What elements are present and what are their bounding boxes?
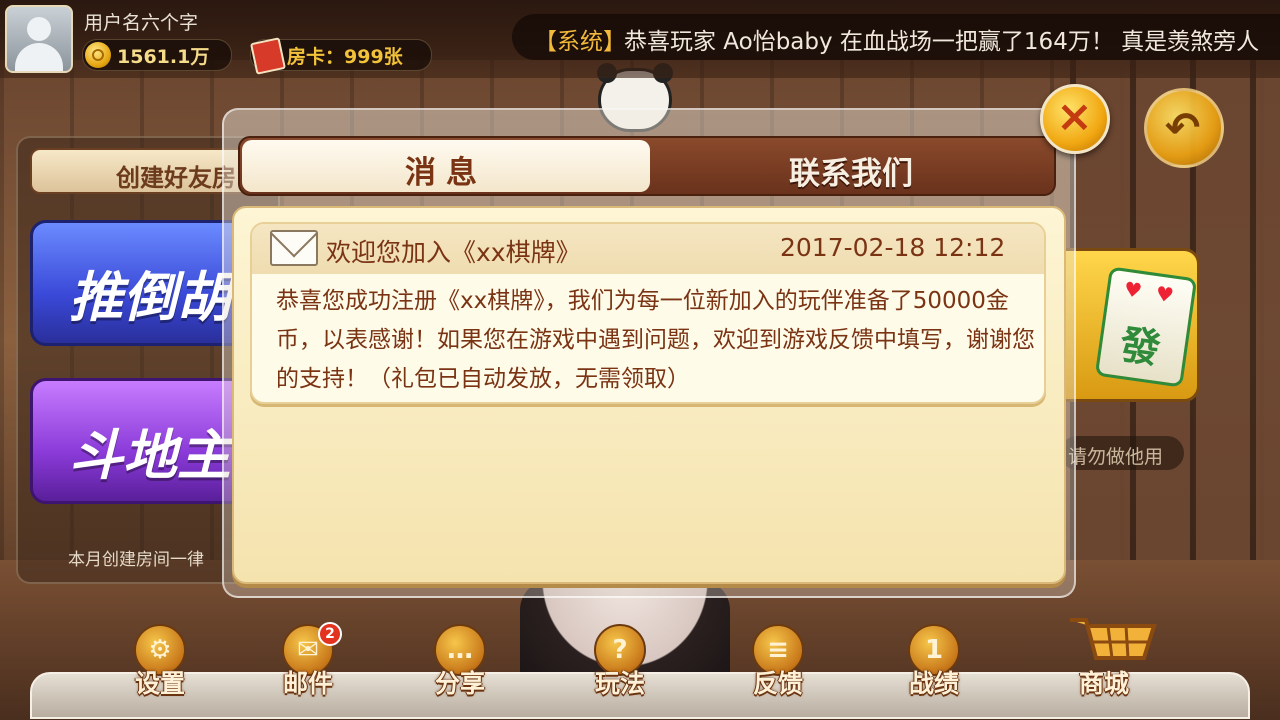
close-icon: × bbox=[1056, 91, 1093, 142]
usage-note: 请勿做他用 bbox=[1060, 436, 1184, 470]
username: 用户名六个字 bbox=[84, 12, 199, 34]
mail-badge: 2 bbox=[318, 622, 342, 646]
nav-rules[interactable]: ? 玩法 bbox=[580, 620, 660, 719]
message-time: 2017-02-18 12:12 bbox=[780, 233, 1006, 262]
message-title: 欢迎您加入《xx棋牌》 bbox=[326, 238, 581, 267]
tab-contact-us[interactable]: 联系我们 bbox=[650, 140, 1052, 192]
game-doudizhu-label: 斗地主 bbox=[69, 424, 231, 487]
heart-icon: ♥ bbox=[1154, 281, 1176, 308]
nav-records-label: 战绩 bbox=[908, 669, 959, 698]
mahjong-tile-char: 發 bbox=[1117, 321, 1164, 373]
tab-contact-us-label: 联系我们 bbox=[789, 156, 913, 192]
envelope-icon bbox=[270, 230, 318, 266]
nav-rules-label: 玩法 bbox=[594, 669, 645, 698]
room-card-icon bbox=[250, 37, 286, 75]
room-card-balance: 房卡：999张 bbox=[250, 37, 432, 75]
heart-icon: ♥ bbox=[1122, 276, 1144, 303]
avatar-head bbox=[27, 17, 51, 41]
room-card-amount: 房卡：999张 bbox=[287, 46, 403, 68]
announcement-text: 恭喜玩家 Ao怡baby 在血战场一把赢了164万！ 真是羡煞旁人 bbox=[624, 29, 1260, 55]
nav-records[interactable]: 1 战绩 bbox=[894, 620, 974, 719]
coin-icon bbox=[85, 42, 111, 68]
coin-balance: 1561.1万 bbox=[82, 39, 232, 71]
usage-note-text: 请勿做他用 bbox=[1068, 446, 1164, 468]
close-button[interactable]: × bbox=[1040, 84, 1110, 154]
nav-share[interactable]: … 分享 bbox=[420, 620, 500, 719]
game-tuidaohu-label: 推倒胡 bbox=[69, 266, 231, 329]
back-arrow-icon: ↶ bbox=[1165, 103, 1201, 152]
message-body: 恭喜您成功注册《xx棋牌》，我们为每一位新加入的玩伴准备了50000金币，以表感… bbox=[276, 288, 1035, 392]
create-room-label: 创建好友房 bbox=[116, 164, 236, 192]
tab-messages-label: 消息 bbox=[405, 155, 487, 191]
avatar-body bbox=[15, 43, 63, 71]
mahjong-tile-mascot: ♥ ♥ 發 bbox=[1094, 266, 1198, 388]
back-button[interactable]: ↶ bbox=[1144, 88, 1224, 168]
nav-shop-label: 商城 bbox=[1078, 669, 1129, 698]
coin-amount: 1561.1万 bbox=[117, 46, 210, 68]
nav-mail[interactable]: ✉ 2 邮件 bbox=[268, 620, 348, 719]
room-note: 本月创建房间一律 bbox=[68, 550, 204, 570]
avatar[interactable] bbox=[5, 5, 73, 73]
nav-mail-label: 邮件 bbox=[282, 669, 333, 698]
nav-share-label: 分享 bbox=[434, 669, 485, 698]
announcement-tag: 【系统】 bbox=[534, 29, 626, 55]
nav-feedback-label: 反馈 bbox=[752, 669, 803, 698]
nav-shop[interactable]: 商城 bbox=[1064, 618, 1157, 719]
system-announcement: 【系统】 恭喜玩家 Ao怡baby 在血战场一把赢了164万！ 真是羡煞旁人 bbox=[512, 14, 1280, 60]
tab-messages[interactable]: 消息 bbox=[242, 140, 650, 192]
nav-settings[interactable]: ⚙ 设置 bbox=[120, 620, 200, 719]
nav-feedback[interactable]: ≡ 反馈 bbox=[738, 620, 818, 719]
nav-settings-label: 设置 bbox=[134, 669, 185, 698]
